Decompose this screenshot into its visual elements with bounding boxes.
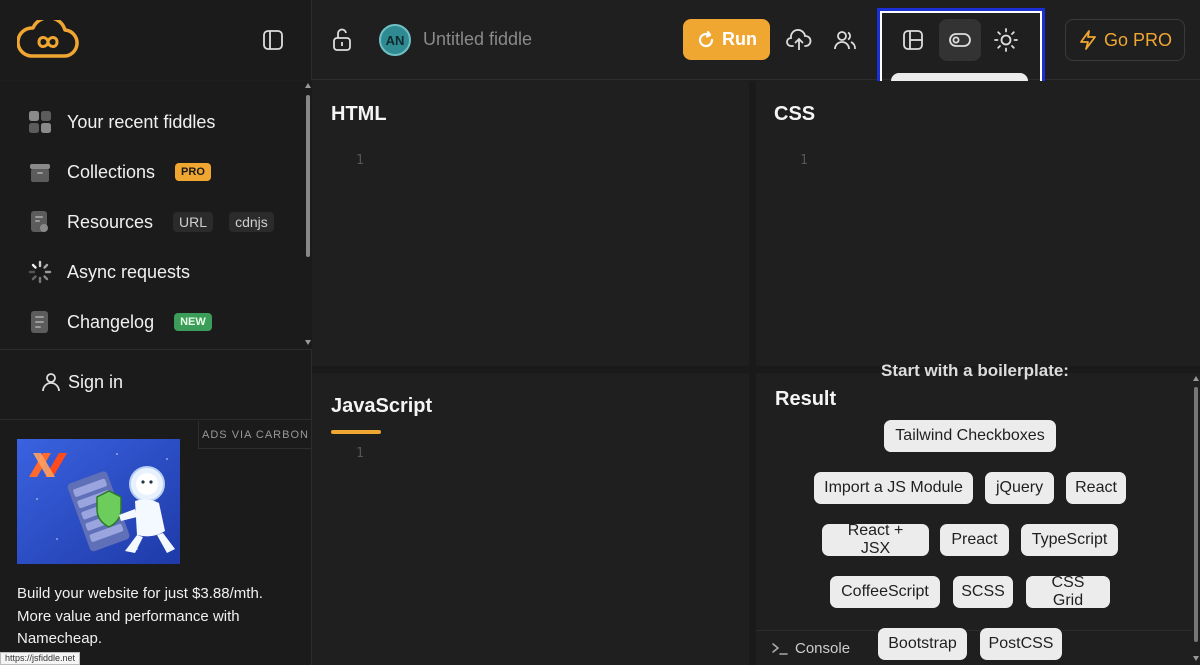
spinner-icon xyxy=(28,260,52,284)
boilerplate-react[interactable]: React xyxy=(1066,472,1126,504)
avatar[interactable]: AN xyxy=(379,24,411,56)
result-pane-title: Result xyxy=(775,388,837,410)
resource-chip-url[interactable]: URL xyxy=(173,212,214,232)
sidebar-item-collections[interactable]: Collections PRO xyxy=(28,157,211,187)
lock-icon[interactable] xyxy=(331,28,353,52)
line-number: 1 xyxy=(356,446,364,461)
boilerplate-tailwind-checkboxes[interactable]: Tailwind Checkboxes xyxy=(884,420,1056,452)
scroll-down-arrow-icon[interactable] xyxy=(1193,656,1199,661)
scroll-thumb[interactable] xyxy=(1194,387,1198,642)
jsfiddle-logo-icon[interactable] xyxy=(17,20,79,62)
html-pane-title: HTML xyxy=(331,103,387,125)
javascript-pane[interactable]: JavaScript 1 xyxy=(313,373,749,665)
jsfiddle-app: AN Untitled fiddle Run Go PRO Your recen… xyxy=(0,0,1200,665)
ads-via-carbon-label[interactable]: ADS VIA CARBON xyxy=(198,421,312,449)
cloud-upload-icon xyxy=(786,29,812,50)
boilerplate-scss[interactable]: SCSS xyxy=(953,576,1013,608)
scroll-up-arrow-icon[interactable] xyxy=(305,83,311,88)
go-pro-label: Go PRO xyxy=(1103,29,1173,50)
go-pro-button[interactable]: Go PRO xyxy=(1065,19,1185,61)
new-badge: NEW xyxy=(174,313,212,331)
run-button[interactable]: Run xyxy=(683,19,770,60)
scroll-down-arrow-icon[interactable] xyxy=(305,340,311,345)
boilerplate-css-grid[interactable]: CSS Grid xyxy=(1026,574,1110,609)
user-icon xyxy=(42,373,60,392)
css-pane[interactable]: CSS 1 xyxy=(756,81,1200,366)
terminal-icon xyxy=(772,643,788,655)
lightning-icon xyxy=(1080,30,1096,50)
sidebar-divider xyxy=(0,419,312,420)
users-icon xyxy=(834,31,856,50)
boilerplate-react-jsx[interactable]: React + JSX xyxy=(822,522,929,557)
line-number: 1 xyxy=(356,153,364,168)
file-link-icon xyxy=(28,210,52,234)
sidebar-divider xyxy=(0,349,312,350)
result-pane[interactable] xyxy=(756,373,1192,665)
boilerplate-bootstrap[interactable]: Bootstrap xyxy=(878,628,967,660)
html-pane[interactable]: HTML 1 xyxy=(313,81,749,366)
sidebar-item-label: Collections xyxy=(67,161,156,182)
sign-in-label: Sign in xyxy=(68,371,124,392)
document-icon xyxy=(28,310,52,334)
sidebar-item-resources[interactable]: Resources URL cdnjs xyxy=(28,207,274,237)
boilerplate-jquery[interactable]: jQuery xyxy=(985,472,1054,504)
run-label: Run xyxy=(722,29,757,49)
pro-badge: PRO xyxy=(175,163,211,181)
result-scrollbar[interactable] xyxy=(1192,373,1200,665)
grid-icon xyxy=(28,110,52,134)
sidebar-item-label: Changelog xyxy=(67,311,155,332)
vertical-splitter[interactable] xyxy=(749,81,756,665)
javascript-pane-title: JavaScript xyxy=(331,395,433,417)
console-label[interactable]: Console xyxy=(795,640,850,657)
ad-text[interactable]: Build your website for just $3.88/mth. M… xyxy=(17,583,297,651)
boilerplate-import-js-module[interactable]: Import a JS Module xyxy=(814,472,973,504)
boilerplate-preact[interactable]: Preact xyxy=(940,524,1009,556)
scroll-up-arrow-icon[interactable] xyxy=(1193,376,1199,381)
collaborate-button[interactable] xyxy=(831,26,859,54)
horizontal-splitter-left[interactable] xyxy=(312,366,749,373)
sidebar-item-label: Your recent fiddles xyxy=(67,111,216,132)
boilerplate-postcss[interactable]: PostCSS xyxy=(980,628,1062,660)
top-bar-logo-section xyxy=(0,0,312,80)
sidebar-item-recent-fiddles[interactable]: Your recent fiddles xyxy=(28,107,215,137)
sidebar-item-label: Resources xyxy=(67,211,154,232)
sidebar: Your recent fiddles Collections PRO Reso… xyxy=(0,81,312,665)
resource-chip-cdnjs[interactable]: cdnjs xyxy=(229,212,274,232)
archive-icon xyxy=(28,160,52,184)
line-number: 1 xyxy=(800,153,808,168)
ad-illustration-icon xyxy=(17,439,180,564)
ad-image[interactable] xyxy=(17,439,180,564)
active-tab-underline xyxy=(331,430,381,434)
css-pane-title: CSS xyxy=(774,103,816,125)
boilerplate-coffeescript[interactable]: CoffeeScript xyxy=(830,576,940,608)
fiddle-title[interactable]: Untitled fiddle xyxy=(423,29,532,50)
scroll-thumb[interactable] xyxy=(306,95,310,257)
save-upload-button[interactable] xyxy=(785,26,813,54)
sidebar-menu: Your recent fiddles Collections PRO Reso… xyxy=(0,81,304,349)
sidebar-item-label: Async requests xyxy=(67,261,191,282)
sign-in-link[interactable]: Sign in xyxy=(40,371,123,393)
sidebar-item-async-requests[interactable]: Async requests xyxy=(28,257,190,287)
status-url: https://jsfiddle.net xyxy=(0,652,81,665)
boilerplate-heading: Start with a boilerplate: xyxy=(881,364,1069,380)
sidebar-toggle-icon[interactable] xyxy=(262,29,284,51)
boilerplate-typescript[interactable]: TypeScript xyxy=(1021,524,1118,556)
sidebar-scrollbar[interactable] xyxy=(304,81,312,349)
sidebar-item-changelog[interactable]: Changelog NEW xyxy=(28,307,212,337)
refresh-icon xyxy=(698,30,714,47)
